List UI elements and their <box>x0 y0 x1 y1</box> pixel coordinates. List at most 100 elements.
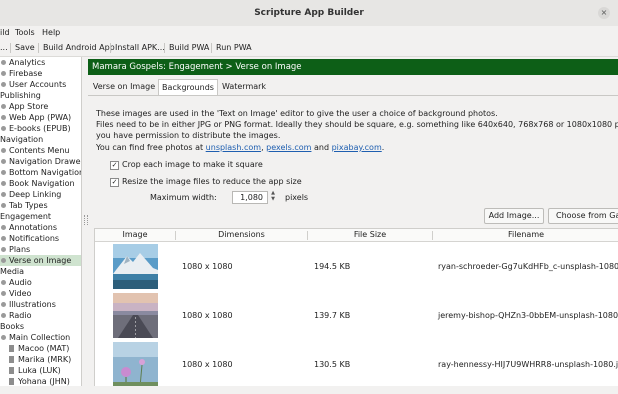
resize-images-checkbox[interactable]: ✓ <box>110 178 119 187</box>
sidebar-item[interactable]: App Store <box>0 101 81 112</box>
add-image-button[interactable]: Add Image... <box>484 208 544 224</box>
sidebar-item-label: Tab Types <box>9 201 48 210</box>
max-width-input[interactable]: 1,080 <box>232 191 268 204</box>
tab-backgrounds[interactable]: Backgrounds <box>158 79 218 96</box>
sidebar-group[interactable]: Engagement <box>0 211 81 222</box>
sidebar-group[interactable]: Books <box>0 321 81 332</box>
sidebar-item[interactable]: Analytics <box>0 57 81 68</box>
sidebar-item[interactable]: Contents Menu <box>0 145 81 156</box>
book-icon <box>9 367 14 374</box>
bullet-icon <box>1 148 6 153</box>
column-header-filename[interactable]: Filename <box>433 229 618 241</box>
free-photos-suffix: . <box>381 143 385 152</box>
mountain-lake-thumbnail <box>113 244 158 289</box>
run-pwa-button[interactable]: Run PWA <box>216 40 252 56</box>
sidebar-group[interactable]: Navigation <box>0 134 81 145</box>
row-file-size: 139.7 KB <box>314 311 351 320</box>
bullet-icon <box>1 247 6 252</box>
sidebar-item-label: Book Navigation <box>9 179 75 188</box>
row-filename: jeremy-bishop-QHZn3-0bbEM-unsplash-1080.… <box>438 311 618 320</box>
max-width-unit: pixels <box>285 193 309 202</box>
sidebar-item[interactable]: Verse on Image <box>0 255 81 266</box>
sidebar-item[interactable]: Radio <box>0 310 81 321</box>
column-header-image[interactable]: Image <box>95 229 175 241</box>
sidebar-item[interactable]: Marika (MRK) <box>0 354 81 365</box>
sidebar-item[interactable]: Deep Linking <box>0 189 81 200</box>
bullet-icon <box>1 203 6 208</box>
save-button[interactable]: Save <box>15 40 35 56</box>
sidebar-item-label: Marika (MRK) <box>18 355 72 364</box>
sidebar-item[interactable]: User Accounts <box>0 79 81 90</box>
toolbar-separator <box>38 43 39 53</box>
bullet-icon <box>1 170 6 175</box>
build-pwa-button[interactable]: Build PWA <box>169 40 209 56</box>
sidebar-item[interactable]: Bottom Navigation <box>0 167 81 178</box>
close-icon[interactable]: × <box>598 7 610 19</box>
book-icon <box>9 356 14 363</box>
sidebar-item-label: Web App (PWA) <box>9 113 72 122</box>
sidebar-item[interactable]: Annotations <box>0 222 81 233</box>
toolbar-overflow-button[interactable]: ... <box>0 40 8 56</box>
pixabay-link[interactable]: pixabay.com <box>332 143 382 152</box>
description-line-2: Files need to be in either JPG or PNG fo… <box>96 120 618 129</box>
sidebar-group[interactable]: Media <box>0 266 81 277</box>
page-title: Mamara Gospels: Engagement > Verse on Im… <box>92 62 302 72</box>
sidebar-item[interactable]: Plans <box>0 244 81 255</box>
table-row[interactable]: 1080 x 1080 130.5 KB ray-hennessy-HIJ7U9… <box>95 340 618 386</box>
tab-watermark[interactable]: Watermark <box>218 79 270 95</box>
row-file-size: 130.5 KB <box>314 360 351 369</box>
toolbar-separator <box>164 43 165 53</box>
link-separator: and <box>311 143 332 152</box>
sidebar-group[interactable]: Publishing <box>0 90 81 101</box>
bullet-icon <box>1 159 6 164</box>
toolbar: ... Save Build Android App Install APK..… <box>0 40 618 57</box>
bullet-icon <box>1 181 6 186</box>
bullet-icon <box>1 60 6 65</box>
bullet-icon <box>1 192 6 197</box>
sidebar-item[interactable]: Firebase <box>0 68 81 79</box>
sidebar-item[interactable]: Video <box>0 288 81 299</box>
sidebar-item[interactable]: Notifications <box>0 233 81 244</box>
column-header-file-size[interactable]: File Size <box>308 229 432 241</box>
unsplash-link[interactable]: unsplash.com <box>206 143 261 152</box>
menu-tools[interactable]: Tools <box>15 26 35 40</box>
column-header-dimensions[interactable]: Dimensions <box>176 229 307 241</box>
sidebar-item-label: Annotations <box>9 223 58 232</box>
book-icon <box>9 345 14 352</box>
tab-verse-on-image[interactable]: Verse on Image <box>92 79 156 95</box>
menu-build[interactable]: ild <box>0 26 10 40</box>
sidebar-item[interactable]: Main Collection <box>0 332 81 343</box>
bullet-icon <box>1 291 6 296</box>
sidebar-item[interactable]: Book Navigation <box>0 178 81 189</box>
sidebar-tree[interactable]: Analytics Firebase User Accounts Publishing… <box>0 57 82 386</box>
sidebar-item[interactable]: Audio <box>0 277 81 288</box>
table-row[interactable]: 1080 x 1080 194.5 KB ryan-schroeder-Gg7u… <box>95 242 618 291</box>
sidebar-item[interactable]: E-books (EPUB) <box>0 123 81 134</box>
background-images-table: Image Dimensions File Size Filename 1080… <box>94 228 618 386</box>
sidebar-item[interactable]: Navigation Drawer <box>0 156 81 167</box>
bullet-icon <box>1 313 6 318</box>
sidebar-item[interactable]: Web App (PWA) <box>0 112 81 123</box>
crop-square-checkbox[interactable]: ✓ <box>110 161 119 170</box>
choose-from-gallery-button[interactable]: Choose from Gall <box>548 208 618 224</box>
table-row[interactable]: 1080 x 1080 139.7 KB jeremy-bishop-QHZn3… <box>95 291 618 340</box>
sidebar-item-label: User Accounts <box>9 80 67 89</box>
window-title: Scripture App Builder <box>254 8 364 18</box>
row-file-size: 194.5 KB <box>314 262 351 271</box>
sidebar-item[interactable]: Yohana (JHN) <box>0 376 81 386</box>
menu-help[interactable]: Help <box>42 26 60 40</box>
build-android-app-button[interactable]: Build Android App <box>43 40 115 56</box>
sidebar-item[interactable]: Macoo (MAT) <box>0 343 81 354</box>
install-apk-button[interactable]: Install APK... <box>115 40 165 56</box>
sidebar-item[interactable]: Tab Types <box>0 200 81 211</box>
free-photos-line: You can find free photos at unsplash.com… <box>96 143 384 153</box>
sidebar-item[interactable]: Luka (LUK) <box>0 365 81 376</box>
spin-down-icon[interactable]: ▼ <box>270 197 276 202</box>
pexels-link[interactable]: pexels.com <box>266 143 311 152</box>
window-title-bar[interactable]: Scripture App Builder × <box>0 0 618 27</box>
sidebar-item-label: Books <box>0 322 25 331</box>
row-filename: ryan-schroeder-Gg7uKdHFb_c-unsplash-1080… <box>438 262 618 271</box>
sidebar-item[interactable]: Illustrations <box>0 299 81 310</box>
sidebar-item-label: Macoo (MAT) <box>18 344 70 353</box>
sidebar-item-label: Video <box>9 289 32 298</box>
